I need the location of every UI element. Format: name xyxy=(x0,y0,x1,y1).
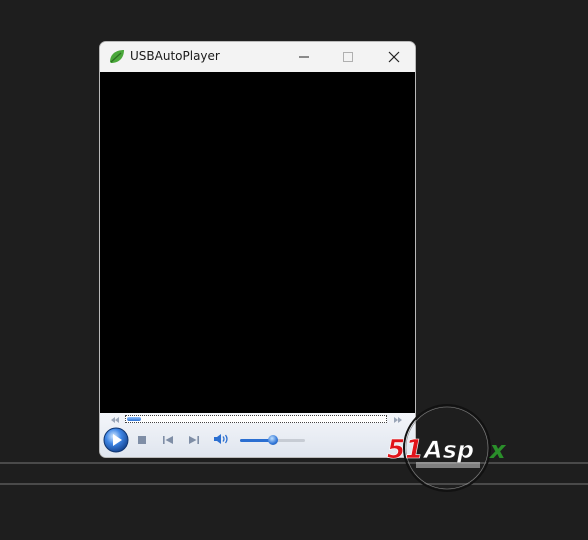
next-icon xyxy=(189,436,199,444)
close-button[interactable] xyxy=(371,42,415,72)
volume-thumb[interactable] xyxy=(267,435,278,445)
volume-slider[interactable] xyxy=(240,435,305,445)
svg-text:51: 51 xyxy=(387,435,423,465)
watermark-logo: 51 Asp x xyxy=(387,404,507,492)
maximize-icon xyxy=(343,52,353,62)
player-controls xyxy=(100,413,415,457)
svg-text:x: x xyxy=(489,436,507,464)
title-bar[interactable]: USBAutoPlayer xyxy=(100,42,415,72)
window-title: USBAutoPlayer xyxy=(130,49,220,63)
previous-button[interactable] xyxy=(161,434,175,446)
volume-button[interactable] xyxy=(213,433,231,445)
volume-icon xyxy=(214,434,228,444)
desktop: USBAutoPlayer 51 Asp x xyxy=(0,0,588,540)
leaf-icon xyxy=(110,50,124,63)
play-button[interactable] xyxy=(103,427,129,453)
seek-bar[interactable] xyxy=(125,415,387,423)
svg-text:Asp: Asp xyxy=(422,436,474,464)
maximize-button[interactable] xyxy=(325,42,371,72)
video-area[interactable] xyxy=(100,72,415,413)
player-window: USBAutoPlayer xyxy=(99,41,416,458)
previous-icon xyxy=(163,436,173,444)
stop-icon xyxy=(138,436,146,444)
close-icon xyxy=(388,51,400,63)
next-button[interactable] xyxy=(187,434,201,446)
seek-thumb[interactable] xyxy=(127,417,141,421)
stop-button[interactable] xyxy=(135,434,149,446)
minimize-button[interactable] xyxy=(281,42,327,72)
rewind-icon[interactable] xyxy=(110,416,120,424)
minimize-icon xyxy=(299,56,309,58)
